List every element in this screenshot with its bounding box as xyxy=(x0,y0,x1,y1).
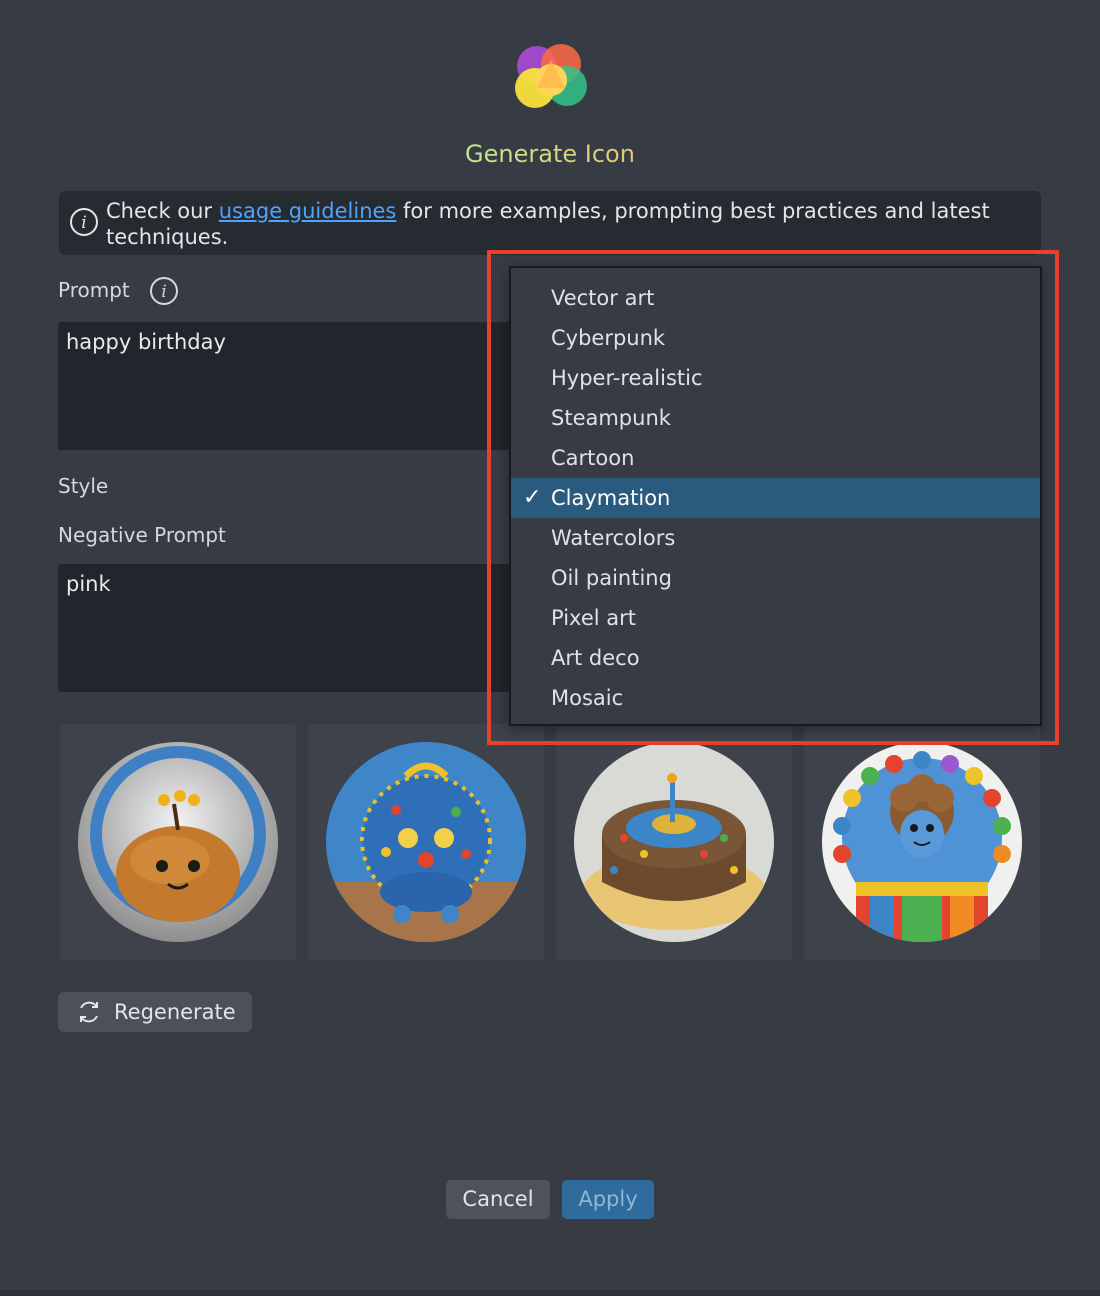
clay-cake-image xyxy=(574,742,774,942)
style-option-hyper-realistic[interactable]: Hyper-realistic xyxy=(511,358,1040,398)
style-option-claymation[interactable]: ✓ Claymation xyxy=(511,478,1040,518)
usage-guidelines-link[interactable]: usage guidelines xyxy=(219,199,397,223)
style-option-vector-art[interactable]: Vector art xyxy=(511,278,1040,318)
checkmark-icon: ✓ xyxy=(523,485,542,510)
generated-icon-2[interactable] xyxy=(308,724,544,960)
style-option-label: Claymation xyxy=(551,486,671,510)
svg-text:i: i xyxy=(81,213,86,233)
apply-button[interactable]: Apply xyxy=(562,1180,654,1219)
svg-text:i: i xyxy=(161,282,166,302)
clay-character-image xyxy=(822,742,1022,942)
regenerate-button[interactable]: Regenerate xyxy=(58,992,252,1032)
style-option-watercolors[interactable]: Watercolors xyxy=(511,518,1040,558)
usage-notice: i Check our usage guidelines for more ex… xyxy=(59,191,1041,255)
refresh-icon xyxy=(80,1001,98,1023)
clay-creature-image xyxy=(78,742,278,942)
style-option-oil-painting[interactable]: Oil painting xyxy=(511,558,1040,598)
style-option-cartoon[interactable]: Cartoon xyxy=(511,438,1040,478)
notice-prefix: Check our xyxy=(106,199,219,223)
clay-robot-image xyxy=(326,742,526,942)
app-logo-icon xyxy=(515,44,587,108)
notice-text: Check our usage guidelines for more exam… xyxy=(106,198,1021,250)
bottom-edge xyxy=(0,1290,1100,1296)
style-label: Style xyxy=(58,474,109,498)
generated-icon-1[interactable] xyxy=(60,724,296,960)
cancel-button[interactable]: Cancel xyxy=(446,1180,550,1219)
style-option-art-deco[interactable]: Art deco xyxy=(511,638,1040,678)
prompt-label: Prompt xyxy=(58,278,130,302)
style-option-steampunk[interactable]: Steampunk xyxy=(511,398,1040,438)
negative-prompt-label: Negative Prompt xyxy=(58,523,226,547)
prompt-info-icon[interactable]: i xyxy=(149,276,179,306)
dialog-title: Generate Icon xyxy=(0,140,1100,168)
style-option-cyberpunk[interactable]: Cyberpunk xyxy=(511,318,1040,358)
style-option-pixel-art[interactable]: Pixel art xyxy=(511,598,1040,638)
generated-icon-4[interactable] xyxy=(804,724,1040,960)
style-option-mosaic[interactable]: Mosaic xyxy=(511,678,1040,718)
regenerate-label: Regenerate xyxy=(114,1000,236,1024)
info-icon: i xyxy=(70,208,98,236)
generated-icon-3[interactable] xyxy=(556,724,792,960)
style-dropdown-menu[interactable]: Vector art Cyberpunk Hyper-realistic Ste… xyxy=(509,266,1042,726)
